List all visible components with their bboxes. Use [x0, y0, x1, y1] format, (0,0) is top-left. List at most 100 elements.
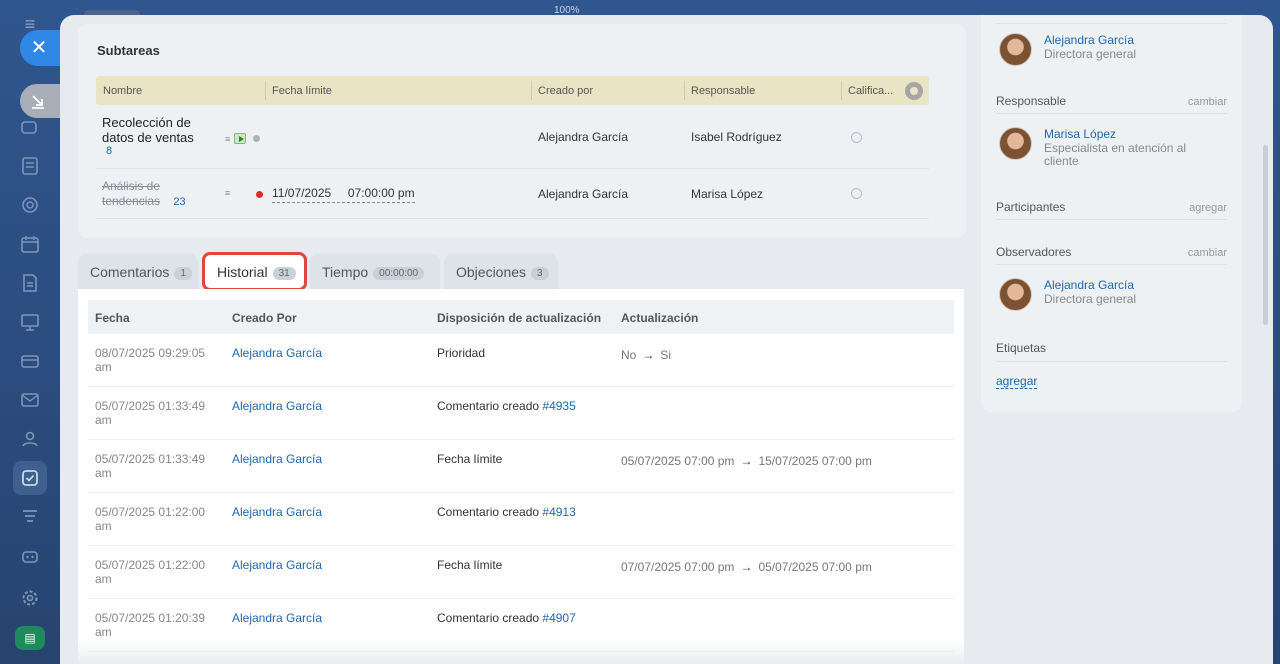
- add-tag-link[interactable]: agregar: [996, 374, 1038, 389]
- column-separator: [531, 81, 532, 100]
- subtasks-card: Subtareas Nombre Fecha límite Creado por…: [78, 24, 966, 238]
- creator-name[interactable]: Alejandra García: [1044, 33, 1134, 47]
- rating-circle[interactable]: [851, 188, 862, 199]
- history-field: Comentario creado: [437, 611, 540, 625]
- comment-link[interactable]: #4913: [542, 505, 575, 519]
- history-user-link[interactable]: Alejandra García: [232, 346, 322, 360]
- subtask-count-link[interactable]: 23: [173, 196, 185, 208]
- add-participant-button[interactable]: agregar: [1189, 202, 1227, 214]
- responsible-name[interactable]: Marisa López: [1044, 127, 1116, 141]
- chat-icon[interactable]: [18, 116, 42, 140]
- subtask-responsible[interactable]: Isabel Rodríguez: [691, 130, 782, 144]
- subtask-name[interactable]: Recolección de: [102, 115, 194, 130]
- divider: [996, 23, 1227, 24]
- observer-name[interactable]: Alejandra García: [1044, 278, 1134, 292]
- tab-comentarios[interactable]: Comentarios 1: [78, 254, 198, 289]
- history-user-link[interactable]: Alejandra García: [232, 399, 322, 413]
- history-row: 05/07/2025 01:20:39 am Alejandra García C…: [88, 599, 954, 652]
- minimize-icon: [32, 95, 44, 109]
- column-settings-icon[interactable]: [905, 82, 923, 100]
- robot-icon[interactable]: [18, 544, 42, 568]
- comment-link[interactable]: #4935: [542, 399, 575, 413]
- deadline-time: 07:00:00 pm: [347, 186, 415, 200]
- history-field: Comentario creado: [437, 399, 540, 413]
- calendar-icon[interactable]: [18, 232, 42, 256]
- subtask-row[interactable]: Análisis de tendencias 23 ≡ 11/07/2025 0…: [96, 169, 929, 219]
- history-ampm: am: [95, 466, 112, 480]
- comment-link[interactable]: #4907: [542, 611, 575, 625]
- close-icon: ✕: [30, 37, 48, 59]
- history-row: 05/07/2025 01:22:00 am Alejandra García C…: [88, 493, 954, 546]
- subtask-row[interactable]: Recolección de datos de ventas 8 ≡ Aleja…: [96, 105, 929, 169]
- sales-icon[interactable]: [18, 349, 42, 373]
- drag-handle-icon[interactable]: ≡: [225, 134, 230, 144]
- board-icon[interactable]: [18, 310, 42, 334]
- history-from: 05/07/2025 07:00 pm: [621, 454, 735, 468]
- left-rail: ≡ ✕ ▤: [0, 0, 62, 664]
- column-header[interactable]: Creado por: [538, 85, 593, 97]
- history-field: Fecha límite: [437, 558, 503, 572]
- column-header[interactable]: Responsable: [691, 85, 755, 97]
- subtask-created-by[interactable]: Alejandra García: [538, 187, 628, 201]
- column-separator: [684, 81, 685, 100]
- divider: [996, 113, 1227, 114]
- mail-icon[interactable]: [18, 388, 42, 412]
- column-header[interactable]: Nombre: [103, 85, 142, 97]
- documents-icon[interactable]: [18, 271, 42, 295]
- filter-icon[interactable]: [18, 505, 42, 529]
- deadline-date: 11/07/2025: [272, 186, 332, 200]
- subtasks-header: Nombre Fecha límite Creado por Responsab…: [96, 76, 929, 105]
- rating-circle[interactable]: [851, 132, 862, 143]
- start-task-icon[interactable]: [233, 133, 246, 145]
- close-slider-button[interactable]: ✕: [20, 30, 62, 66]
- subtask-name[interactable]: tendencias: [102, 194, 160, 208]
- history-from: 07/07/2025 07:00 pm: [621, 560, 735, 574]
- scrollbar[interactable]: [1263, 145, 1268, 325]
- history-date: 05/07/2025 01:33:49: [95, 452, 206, 466]
- avatar[interactable]: [999, 278, 1032, 311]
- tags-title: Etiquetas: [996, 341, 1047, 355]
- column-header[interactable]: Califica...: [848, 85, 893, 97]
- subtask-responsible[interactable]: Marisa López: [691, 187, 763, 201]
- history-user-link[interactable]: Alejandra García: [232, 452, 322, 466]
- avatar[interactable]: [999, 33, 1032, 66]
- crm-icon[interactable]: [18, 193, 42, 217]
- history-from: No: [621, 348, 637, 362]
- creator-role: Directora general: [1044, 47, 1137, 61]
- history-user-link[interactable]: Alejandra García: [232, 505, 322, 519]
- feed-icon[interactable]: [18, 154, 42, 178]
- history-field: Prioridad: [437, 346, 486, 360]
- drag-handle-icon[interactable]: ≡: [225, 188, 230, 198]
- store-icon[interactable]: ▤: [15, 626, 45, 650]
- divider: [996, 361, 1227, 362]
- minimize-slider-button[interactable]: [20, 84, 60, 118]
- tab-objeciones[interactable]: Objeciones 3: [444, 254, 558, 289]
- history-row: 08/07/2025 09:29:05 am Alejandra García P…: [88, 334, 954, 387]
- tab-label: Objeciones: [456, 264, 527, 280]
- history-row: 05/07/2025 01:33:49 am Alejandra García C…: [88, 387, 954, 440]
- history-user-link[interactable]: Alejandra García: [232, 611, 322, 625]
- tab-tiempo[interactable]: Tiempo 00:00:00: [310, 254, 440, 289]
- settings-icon[interactable]: [18, 586, 42, 610]
- change-observers-button[interactable]: cambiar: [1188, 247, 1227, 259]
- history-date: 05/07/2025 01:22:00: [95, 558, 206, 572]
- subtask-name[interactable]: Análisis de: [102, 179, 186, 194]
- subtask-count-link[interactable]: 8: [102, 145, 194, 157]
- history-user-link[interactable]: Alejandra García: [232, 558, 322, 572]
- subtasks-title: Subtareas: [97, 43, 160, 58]
- subtask-deadline[interactable]: 11/07/2025 07:00:00 pm: [272, 186, 415, 203]
- overdue-dot-icon: [256, 191, 263, 198]
- arrow-right-icon: →: [740, 560, 753, 574]
- tab-count: 3: [531, 267, 549, 280]
- task-sidebar: Alejandra García Directora general Respo…: [981, 15, 1242, 412]
- subtask-name[interactable]: datos de ventas: [102, 130, 194, 145]
- arrow-right-icon: →: [642, 348, 655, 362]
- column-header: Disposición de actualización: [437, 311, 602, 325]
- employees-icon[interactable]: [18, 427, 42, 451]
- history-ampm: am: [95, 519, 112, 533]
- subtask-created-by[interactable]: Alejandra García: [538, 130, 628, 144]
- column-header[interactable]: Fecha límite: [272, 85, 332, 97]
- avatar[interactable]: [999, 127, 1032, 160]
- history-ampm: am: [95, 360, 112, 374]
- change-responsible-button[interactable]: cambiar: [1188, 96, 1227, 108]
